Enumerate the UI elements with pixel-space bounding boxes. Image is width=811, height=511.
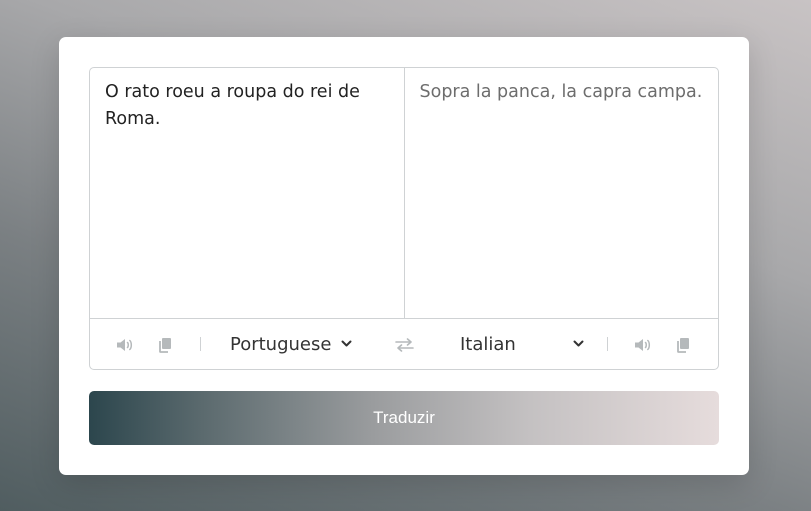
- from-language-select[interactable]: Portuguese: [230, 331, 352, 357]
- divider: [200, 337, 201, 351]
- to-language-label: Italian: [460, 333, 516, 355]
- to-language-select[interactable]: Italian: [460, 331, 584, 357]
- translator-panel: O rato roeu a roupa do rei de Roma. Sopr…: [89, 67, 719, 370]
- divider: [607, 337, 608, 351]
- text-row: O rato roeu a roupa do rei de Roma. Sopr…: [90, 68, 718, 319]
- translate-button[interactable]: Traduzir: [89, 391, 719, 445]
- controls-row: Portuguese Italian: [90, 319, 718, 369]
- volume-icon[interactable]: [634, 336, 652, 354]
- from-text-area[interactable]: O rato roeu a roupa do rei de Roma.: [90, 68, 405, 318]
- translator-card: O rato roeu a roupa do rei de Roma. Sopr…: [59, 37, 749, 475]
- copy-icon[interactable]: [156, 336, 174, 354]
- chevron-down-icon: [341, 340, 352, 348]
- chevron-down-icon: [573, 340, 584, 348]
- from-language-label: Portuguese: [230, 333, 332, 355]
- copy-icon[interactable]: [674, 336, 692, 354]
- exchange-icon[interactable]: [394, 336, 414, 354]
- to-text-area[interactable]: Sopra la panca, la capra campa.: [405, 68, 719, 318]
- volume-icon[interactable]: [116, 336, 134, 354]
